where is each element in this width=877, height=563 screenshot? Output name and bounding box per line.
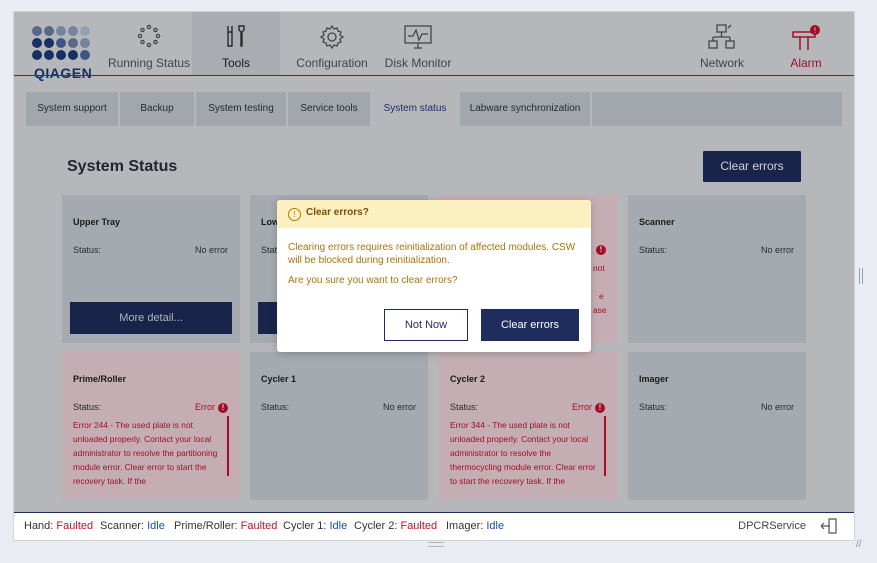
logout-icon[interactable] [820,518,838,540]
not-now-button[interactable]: Not Now [384,309,468,341]
status-value: Faulted [400,520,438,532]
status-key: Scanner: [100,520,145,532]
status-key: Cycler 2: [354,520,398,532]
dialog-question: Are you sure you want to clear errors? [288,275,458,286]
confirm-clear-errors-button[interactable]: Clear errors [481,309,579,341]
dialog-message: Clearing errors requires reinitializatio… [288,242,576,266]
status-key: Cycler 1: [283,520,327,532]
status-value: Faulted [56,520,94,532]
status-value: Faulted [240,520,278,532]
status-scanner: Scanner: Idle [100,513,165,539]
status-value: Idle [147,520,165,532]
status-prime-roller: Prime/Roller: Faulted [174,513,277,539]
corner-resize-icon[interactable]: // [856,539,862,550]
dialog-title: Clear errors? [306,207,369,218]
dialog-header: ! Clear errors? [277,200,591,228]
status-hand: Hand: Faulted [24,513,93,539]
status-key: Hand: [24,520,54,532]
status-cycler-2: Cycler 2: Faulted [354,513,437,539]
status-imager: Imager: Idle [446,513,504,539]
app-window: QIAGEN Running Status Tools Configuratio… [14,12,854,540]
status-key: Prime/Roller: [174,520,238,532]
info-icon: ! [288,208,301,221]
status-cycler-1: Cycler 1: Idle [283,513,347,539]
status-key: Imager: [446,520,484,532]
current-user: DPCRService [738,520,806,532]
status-bar: Hand: Faulted Scanner: Idle Prime/Roller… [14,512,854,540]
resize-handle[interactable] [428,542,444,547]
clear-errors-dialog: ! Clear errors? Clearing errors requires… [277,200,591,352]
side-grip[interactable] [859,268,863,284]
status-value: Idle [329,520,348,532]
status-value: Idle [486,520,505,532]
